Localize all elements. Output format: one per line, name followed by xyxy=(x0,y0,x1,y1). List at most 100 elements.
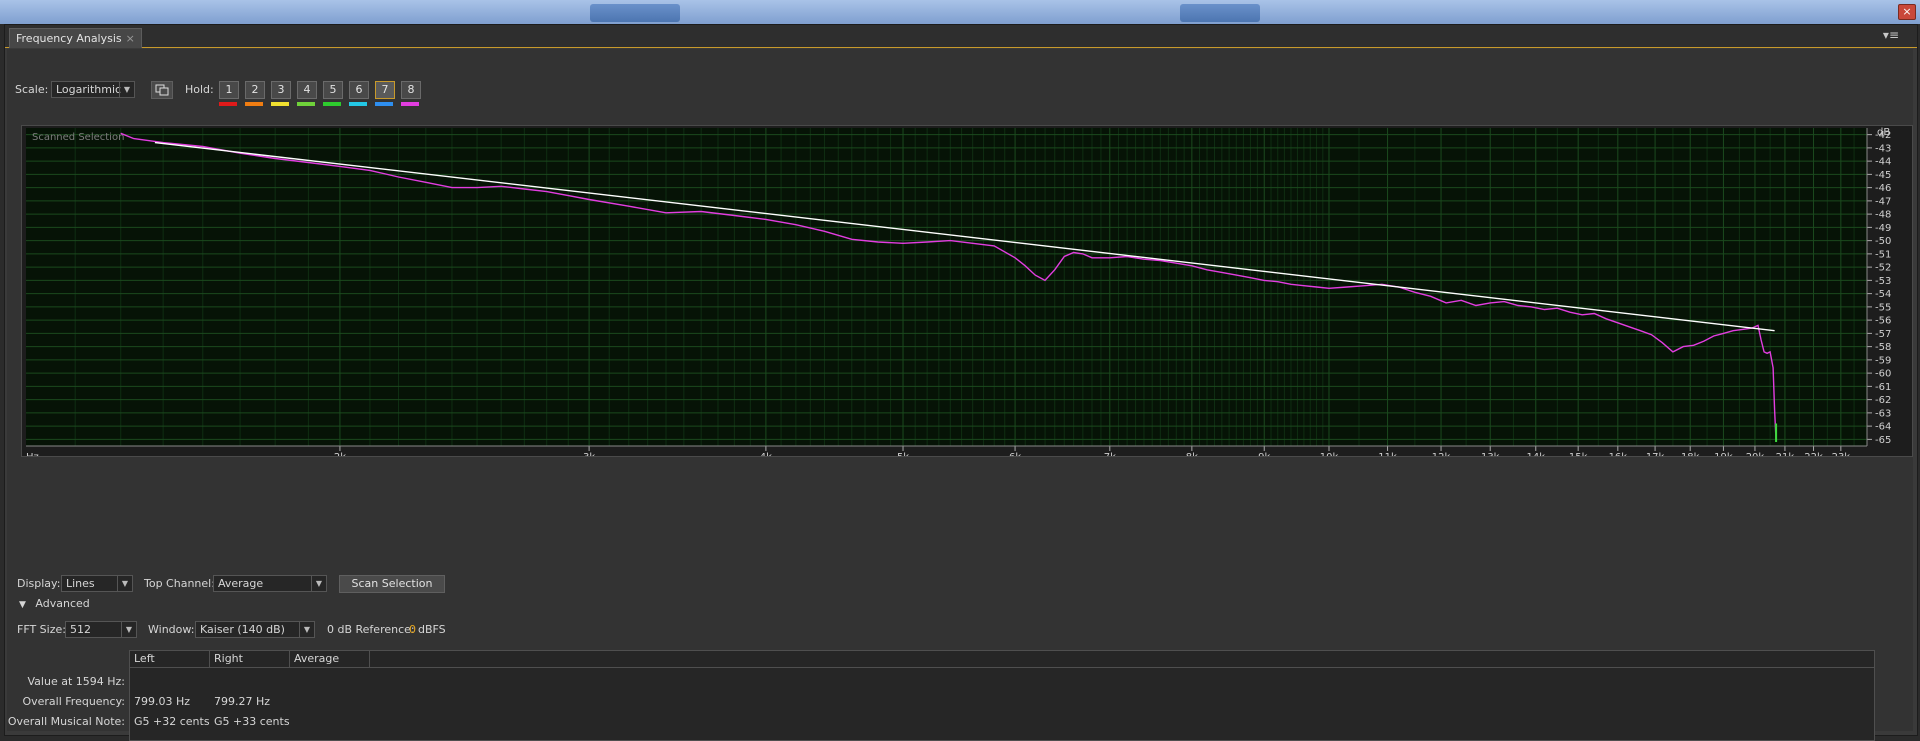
stats-table: Left Right Average xyxy=(129,650,1875,741)
fft-size-label: FFT Size: xyxy=(17,623,66,636)
chevron-down-icon: ▼ xyxy=(311,576,326,591)
y-tick-label: -61 xyxy=(1875,382,1891,393)
hold-color-swatch-4 xyxy=(297,102,315,106)
frequency-analysis-panel: Scale: Logarithmic ▼ Hold: 12345678 2k 3k… xyxy=(7,49,1913,741)
top-channel-label: Top Channel: xyxy=(144,577,215,590)
db-reference-unit: dBFS xyxy=(418,623,446,636)
x-tick-label: 19k xyxy=(1714,452,1733,456)
hold-button-5[interactable]: 5 xyxy=(323,81,343,99)
copy-graph-button[interactable] xyxy=(151,81,173,99)
hold-color-swatch-6 xyxy=(349,102,367,106)
x-tick-label: 4k xyxy=(760,452,772,456)
x-tick-label: 5k xyxy=(897,452,909,456)
x-tick-label: 17k xyxy=(1646,452,1665,456)
x-tick-label: 18k xyxy=(1681,452,1700,456)
y-tick-label: -55 xyxy=(1875,302,1891,313)
hold-button-3[interactable]: 3 xyxy=(271,81,291,99)
hold-button-1[interactable]: 1 xyxy=(219,81,239,99)
hold-button-8[interactable]: 8 xyxy=(401,81,421,99)
hold-button-7[interactable]: 7 xyxy=(375,81,395,99)
tab-strip: Frequency Analysis × ▾≡ xyxy=(5,25,1917,48)
x-tick-label: 3k xyxy=(583,452,595,456)
window-dropdown[interactable]: Kaiser (140 dB) ▼ xyxy=(195,621,315,638)
chevron-down-icon: ▼ xyxy=(121,622,136,637)
musical-note-left: G5 +32 cents xyxy=(134,715,210,728)
y-tick-label: -65 xyxy=(1875,435,1891,446)
hold-color-swatch-2 xyxy=(245,102,263,106)
x-tick-label: 12k xyxy=(1432,452,1451,456)
x-tick-label: 6k xyxy=(1009,452,1021,456)
hold-color-swatch-5 xyxy=(323,102,341,106)
y-tick-label: -53 xyxy=(1875,276,1891,287)
tab-frequency-analysis[interactable]: Frequency Analysis × xyxy=(9,28,142,48)
row-label-value-at: Value at 1594 Hz: xyxy=(27,675,126,688)
hold-button-6[interactable]: 6 xyxy=(349,81,369,99)
window-close-button[interactable]: × xyxy=(1898,4,1916,20)
x-tick-label: 22k xyxy=(1804,452,1823,456)
x-tick-label: 7k xyxy=(1104,452,1116,456)
panel-menu-icon[interactable]: ▾≡ xyxy=(1883,28,1899,42)
spectrum-chart: 2k 3k 4k 5k 6k 7k 8k 9k 10k 11k 12k 13k 14k 15k 16k 17k… xyxy=(26,127,1891,463)
display-dropdown[interactable]: Lines ▼ xyxy=(61,575,133,592)
hold-color-swatch-7 xyxy=(375,102,393,106)
chevron-down-icon: ▼ xyxy=(119,82,134,97)
hold-button-2[interactable]: 2 xyxy=(245,81,265,99)
header-divider xyxy=(130,667,1874,668)
y-tick-label: -52 xyxy=(1875,263,1891,274)
top-channel-dropdown[interactable]: Average ▼ xyxy=(213,575,327,592)
fft-size-value: 512 xyxy=(70,623,91,636)
x-tick-label: 2k xyxy=(334,452,346,456)
y-tick-label: -58 xyxy=(1875,342,1891,353)
y-tick-label: -43 xyxy=(1875,143,1891,154)
y-tick-label: -64 xyxy=(1875,422,1891,433)
db-reference-value[interactable]: 0 xyxy=(409,623,416,636)
y-tick-label: -60 xyxy=(1875,369,1891,380)
copy-icon xyxy=(155,84,169,96)
x-tick-label: 14k xyxy=(1527,452,1546,456)
y-tick-label: -50 xyxy=(1875,236,1891,247)
hold-color-swatch-3 xyxy=(271,102,289,106)
y-tick-label: -63 xyxy=(1875,408,1891,419)
x-tick-label: 20k xyxy=(1746,452,1765,456)
window-label: Window: xyxy=(148,623,195,636)
hold-color-swatch-1 xyxy=(219,102,237,106)
scan-selection-button[interactable]: Scan Selection xyxy=(339,575,445,593)
db-reference-label: 0 dB Reference: xyxy=(327,623,415,636)
advanced-toggle[interactable]: ▼ Advanced xyxy=(19,597,90,610)
scale-value: Logarithmic xyxy=(56,83,122,96)
fft-size-dropdown[interactable]: 512 ▼ xyxy=(65,621,137,638)
y-tick-label: -44 xyxy=(1875,157,1891,168)
x-tick-label: 23k xyxy=(1832,452,1851,456)
tab-close-icon[interactable]: × xyxy=(126,32,135,45)
top-channel-value: Average xyxy=(218,577,264,590)
scale-dropdown[interactable]: Logarithmic ▼ xyxy=(51,81,135,98)
x-tick-label: 21k xyxy=(1776,452,1795,456)
x-tick-label: 10k xyxy=(1320,452,1339,456)
row-label-musical-note: Overall Musical Note: xyxy=(7,715,125,728)
scanned-selection-label: Scanned Selection xyxy=(32,132,124,143)
x-tick-label: 13k xyxy=(1481,452,1500,456)
y-tick-label: -56 xyxy=(1875,316,1891,327)
y-tick-label: -51 xyxy=(1875,249,1891,260)
column-header-average: Average xyxy=(290,651,370,667)
plot-area xyxy=(26,128,1867,446)
x-tick-label: 15k xyxy=(1569,452,1588,456)
y-tick-label: -46 xyxy=(1875,183,1891,194)
y-tick-label: -59 xyxy=(1875,355,1891,366)
overall-frequency-left: 799.03 Hz xyxy=(134,695,191,708)
hold-label: Hold: xyxy=(185,83,214,96)
spectrum-plot[interactable]: 2k 3k 4k 5k 6k 7k 8k 9k 10k 11k 12k 13k 14k 15k 16k 17k… xyxy=(21,125,1913,463)
y-tick-label: -45 xyxy=(1875,170,1891,181)
chevron-down-icon: ▼ xyxy=(117,576,132,591)
tab-label: Frequency Analysis xyxy=(16,32,122,45)
y-tick-label: -49 xyxy=(1875,223,1891,234)
y-tick-label: -62 xyxy=(1875,395,1891,406)
x-tick-label: 8k xyxy=(1186,452,1198,456)
advanced-label: Advanced xyxy=(35,597,90,610)
column-header-left: Left xyxy=(130,651,210,667)
triangle-down-icon: ▼ xyxy=(19,600,26,610)
hold-button-4[interactable]: 4 xyxy=(297,81,317,99)
y-tick-label: -54 xyxy=(1875,289,1891,300)
musical-note-right: G5 +33 cents xyxy=(214,715,290,728)
scale-label: Scale: xyxy=(15,83,49,96)
